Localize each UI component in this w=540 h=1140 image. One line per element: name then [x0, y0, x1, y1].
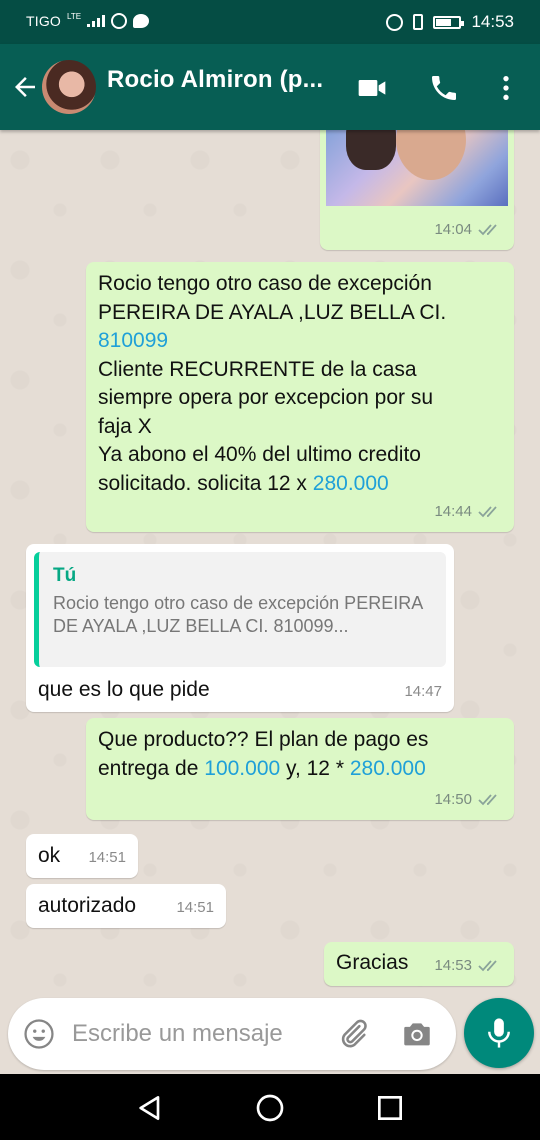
chat-header: Rocio Almiron (p... — [0, 44, 540, 130]
message-text: ok — [38, 844, 61, 867]
message-line: faja X — [98, 414, 152, 438]
message-meta: 14:51 — [88, 844, 126, 873]
message-bubble-outgoing[interactable]: Que producto?? El plan de pago es entreg… — [86, 718, 514, 820]
phone-link[interactable]: 810099 — [98, 327, 508, 356]
message-line: siempre opera por excepcion por su — [98, 386, 434, 409]
mic-button[interactable] — [464, 998, 534, 1068]
message-line: solicitado. solicita 12 x — [98, 471, 313, 495]
contact-name[interactable]: Rocio Almiron (p... — [107, 66, 323, 94]
read-ticks-icon — [478, 506, 497, 518]
message-bubble-incoming[interactable]: Tú Rocio tengo otro caso de excepción PE… — [26, 544, 454, 712]
message-time: 14:04 — [434, 220, 472, 238]
message-meta: 14:53 — [434, 952, 502, 981]
message-time: 14:44 — [434, 502, 472, 520]
message-text: Gracias — [336, 951, 409, 974]
message-line: Cliente RECURRENTE de la casa — [98, 357, 417, 381]
message-bubble-incoming[interactable]: ok 14:51 — [26, 834, 138, 878]
number-link[interactable]: 100.000 — [204, 757, 280, 780]
read-ticks-icon — [478, 794, 497, 806]
message-meta: 14:50 — [434, 786, 502, 815]
network-type: LTE — [67, 11, 82, 21]
message-time: 14:50 — [434, 790, 472, 808]
system-navbar — [0, 1074, 540, 1140]
message-text: entrega de — [98, 756, 205, 780]
quoted-author: Tú — [53, 565, 77, 586]
camera-icon[interactable] — [400, 1017, 434, 1051]
number-link[interactable]: 280.000 — [313, 472, 389, 495]
message-bubble-outgoing[interactable]: Rocio tengo otro caso de excepción PEREI… — [86, 262, 514, 532]
message-text: y, 12 * — [280, 756, 350, 780]
message-line: PEREIRA DE AYALA ,LUZ BELLA CI. — [98, 300, 447, 324]
status-time: 14:53 — [471, 12, 514, 31]
image-message[interactable]: 14:04 — [320, 130, 514, 250]
message-text: autorizado — [38, 894, 137, 917]
message-meta: 14:44 — [434, 498, 502, 527]
message-line: Que producto?? El plan de pago es — [98, 728, 429, 751]
quoted-text: Rocio tengo otro caso de excepción PEREI… — [53, 593, 423, 636]
message-time: 14:47 — [404, 682, 442, 700]
message-bubble-outgoing[interactable]: Gracias 14:53 — [324, 942, 514, 986]
message-text: que es lo que pide — [38, 678, 210, 701]
carrier-label: TIGO — [26, 13, 62, 29]
message-input[interactable] — [72, 1018, 322, 1050]
shared-photo[interactable] — [326, 130, 508, 206]
quoted-message[interactable]: Tú Rocio tengo otro caso de excepción PE… — [34, 552, 446, 667]
video-call-icon[interactable] — [356, 72, 388, 104]
vibrate-icon — [413, 14, 424, 30]
read-ticks-icon — [478, 960, 497, 972]
back-triangle-icon[interactable] — [134, 1092, 166, 1124]
back-arrow-icon[interactable] — [10, 72, 40, 102]
whatsapp-notification-icon — [111, 13, 128, 29]
attach-icon[interactable] — [336, 1017, 370, 1051]
composer-bar — [8, 998, 456, 1070]
message-bubble-incoming[interactable]: autorizado 14:51 — [26, 884, 226, 928]
more-vert-icon[interactable] — [490, 72, 522, 104]
message-time: 14:51 — [176, 898, 214, 916]
recents-square-icon[interactable] — [374, 1092, 406, 1124]
signal-icon — [87, 15, 106, 27]
message-meta: 14:51 — [176, 894, 214, 923]
contact-avatar[interactable] — [42, 60, 96, 114]
read-ticks-icon — [478, 224, 497, 236]
alarm-icon — [386, 13, 404, 31]
battery-icon — [433, 15, 465, 29]
home-circle-icon[interactable] — [254, 1092, 286, 1124]
message-time: 14:51 — [88, 848, 126, 866]
message-meta: 14:04 — [434, 216, 502, 245]
message-notification-icon — [133, 14, 150, 28]
status-bar: TIGO LTE 14:53 — [0, 0, 540, 44]
number-link[interactable]: 280.000 — [350, 757, 426, 780]
phone-icon[interactable] — [428, 72, 460, 104]
message-meta: 14:47 — [404, 678, 442, 707]
mic-icon — [488, 1018, 510, 1048]
emoji-icon[interactable] — [22, 1017, 56, 1051]
chat-area[interactable]: 14:04 Rocio tengo otro caso de excepción… — [0, 130, 540, 996]
message-line: Ya abono el 40% del ultimo credito — [98, 443, 421, 466]
message-line: Rocio tengo otro caso de excepción — [98, 272, 432, 295]
message-time: 14:53 — [434, 956, 472, 974]
